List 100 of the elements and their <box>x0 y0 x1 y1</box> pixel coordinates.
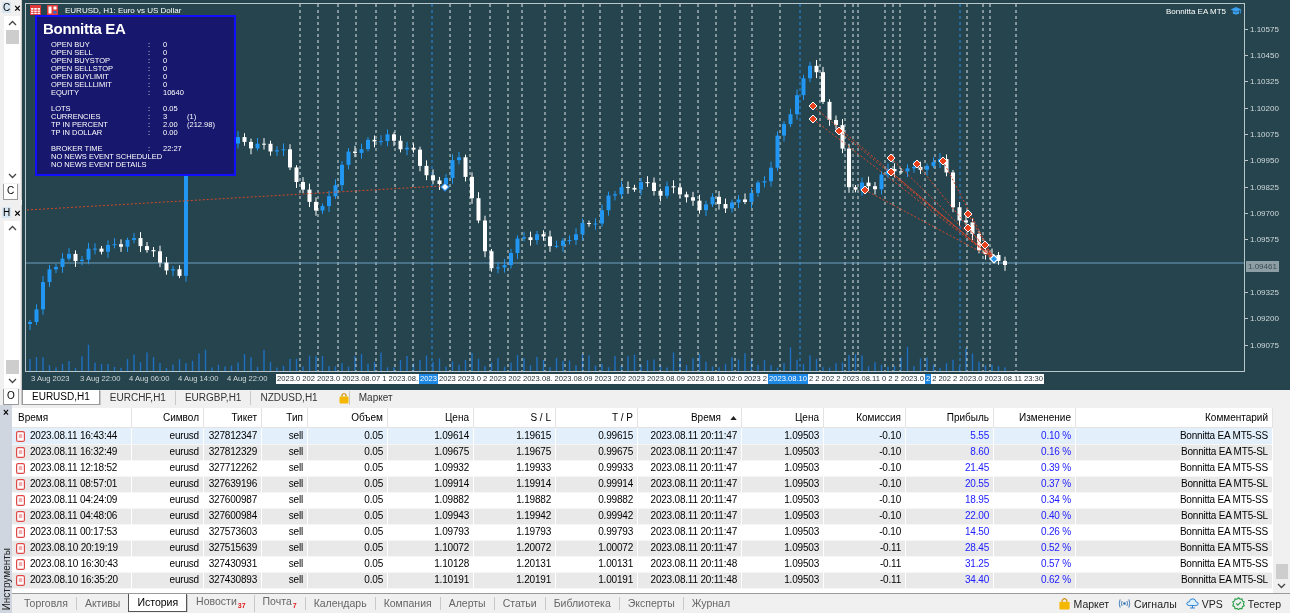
chart-tab[interactable]: EURGBP,H1 <box>174 390 251 405</box>
expert-label: Bonnitta EA MT5 <box>1165 6 1226 16</box>
scrollbar-thumb[interactable] <box>5 360 19 374</box>
order-icon <box>16 558 25 570</box>
scroll-up-icon[interactable] <box>7 20 17 26</box>
signal-icon[interactable] <box>1118 597 1132 610</box>
panel-title: H <box>2 207 12 218</box>
diamond-marker-icon[interactable] <box>440 182 450 192</box>
bag-icon[interactable] <box>1057 597 1071 610</box>
market-tab[interactable]: Маркет <box>348 390 402 405</box>
order-icon <box>16 430 25 442</box>
bottom-tab[interactable]: Календарь <box>304 597 375 610</box>
chart-tab[interactable]: EURCHF,H1 <box>99 390 175 405</box>
column-header[interactable]: Символ <box>132 408 204 428</box>
price-label: 1.09825 <box>1245 182 1279 192</box>
bottom-tab[interactable]: Компания <box>374 597 440 610</box>
scrollbar-thumb[interactable] <box>1275 564 1288 579</box>
bottom-tab[interactable]: Эксперты <box>618 597 683 610</box>
column-header[interactable]: T / P <box>556 408 638 428</box>
price-label: 1.09325 <box>1245 287 1279 297</box>
order-icon <box>16 510 25 522</box>
table-cell: Bonnitta EA MT5-SL <box>1076 572 1273 589</box>
price-label: 1.09200 <box>1245 314 1279 324</box>
table-cell: 34.40 <box>906 572 994 589</box>
column-header[interactable]: Изменение <box>994 408 1076 428</box>
column-header[interactable]: Объем <box>308 408 388 428</box>
service-button[interactable]: Тестер <box>1247 597 1281 610</box>
column-header[interactable]: Комиссия <box>824 408 906 428</box>
chart-tab[interactable]: EURUSD,H1 <box>22 390 100 405</box>
chart-title: EURUSD, H1: Euro vs US Dollar <box>65 5 182 15</box>
price-label: 1.10200 <box>1245 103 1279 113</box>
service-button[interactable]: VPS <box>1201 597 1223 610</box>
vertical-line[interactable] <box>959 4 961 371</box>
order-icon <box>16 478 25 490</box>
column-header[interactable]: Комментарий <box>1076 408 1273 428</box>
bottom-tab[interactable]: Торговля <box>16 597 76 610</box>
scroll-down-icon[interactable] <box>7 378 17 384</box>
price-label: 1.10450 <box>1245 51 1279 60</box>
column-header[interactable]: Время <box>638 408 742 428</box>
order-icon <box>16 526 25 538</box>
column-header[interactable]: Цена <box>742 408 824 428</box>
table-row[interactable]: 2023.08.11 16:43:44 eurusd 327812347 sell 0.05 1.09614 1.19615 0.99615 2023.08.11 20:11:47 1.09503 -0.10 5.55 0.10 % Bonnitta EA MT5-SS <box>12 428 1273 444</box>
table-cell-text: 2023.08.10 20:19:19 <box>30 541 118 555</box>
close-button[interactable]: × <box>14 2 21 13</box>
table-cell: 1.00191 <box>556 572 638 589</box>
column-header[interactable]: Тикет <box>204 408 262 428</box>
sort-ascending-icon <box>730 415 737 420</box>
table-cell: 1.09503 <box>742 572 824 589</box>
price-label: 1.10325 <box>1245 77 1279 87</box>
table-cell: 2023.08.11 20:11:48 <box>638 572 742 589</box>
order-icon <box>16 542 25 554</box>
close-button[interactable]: × <box>14 207 21 218</box>
table-cell: 0.62 % <box>994 572 1076 589</box>
panel-tab[interactable]: O <box>3 389 19 405</box>
table-cell-text: 2023.08.11 04:48:06 <box>30 509 118 523</box>
panel-title: Инструменты <box>0 547 12 610</box>
close-button[interactable]: × <box>3 408 9 418</box>
price-label: 1.10575 <box>1245 24 1279 34</box>
service-button[interactable]: Сигналы <box>1134 597 1177 610</box>
chart-tab[interactable]: NZDUSD,H1 <box>250 390 327 405</box>
scroll-down-icon[interactable] <box>7 173 17 179</box>
table-cell: 327430893 <box>204 572 262 589</box>
scroll-up-icon[interactable] <box>7 225 17 231</box>
bottom-tab[interactable]: История <box>128 593 188 612</box>
table-icon[interactable] <box>30 5 41 15</box>
bag-icon[interactable] <box>338 391 349 404</box>
table-cell: sell <box>262 572 308 589</box>
table-cell-text: 2023.08.10 16:30:43 <box>30 557 118 571</box>
service-button[interactable]: Маркет <box>1073 597 1110 610</box>
scrollbar-thumb[interactable] <box>5 30 19 44</box>
bottom-tab[interactable]: Статьи <box>493 597 545 610</box>
price-label: 1.10075 <box>1245 129 1279 139</box>
order-icon <box>16 446 25 458</box>
current-price-label: 1.09461 <box>1246 260 1279 272</box>
table-cell: 0.05 <box>308 572 388 589</box>
column-header[interactable]: S / L <box>474 408 556 428</box>
scroll-down-icon[interactable] <box>1277 583 1286 589</box>
column-header[interactable]: Тип <box>262 408 308 428</box>
bottom-tab[interactable]: Библиотека <box>544 597 619 610</box>
column-header[interactable]: Прибыль <box>906 408 994 428</box>
bottom-tab[interactable]: Алерты <box>439 597 494 610</box>
order-icon <box>16 574 25 586</box>
price-label: 1.09075 <box>1245 340 1279 350</box>
order-icon <box>16 462 25 474</box>
column-header[interactable]: Цена <box>388 408 474 428</box>
table-cell-text: 2023.08.11 00:17:53 <box>30 525 118 539</box>
gear-icon[interactable] <box>1231 597 1245 610</box>
bottom-tab[interactable]: Новости$_{37}$ <box>187 595 254 612</box>
table-cell: 1.20191 <box>474 572 556 589</box>
price-label: 1.09950 <box>1245 156 1279 166</box>
panel-title: C <box>2 2 12 13</box>
bottom-tab[interactable]: Журнал <box>682 597 739 610</box>
graduation-cap-icon[interactable] <box>1230 6 1242 16</box>
bars-icon[interactable] <box>47 5 58 15</box>
column-header[interactable]: Время <box>12 408 132 428</box>
panel-tab[interactable]: C <box>3 184 19 200</box>
table-cell-text: 2023.08.11 16:32:49 <box>30 445 118 459</box>
bottom-tab[interactable]: Почта$_{7}$ <box>253 595 305 612</box>
table-cell-text: 2023.08.10 16:35:20 <box>30 573 118 587</box>
cloud-icon[interactable] <box>1185 597 1199 610</box>
